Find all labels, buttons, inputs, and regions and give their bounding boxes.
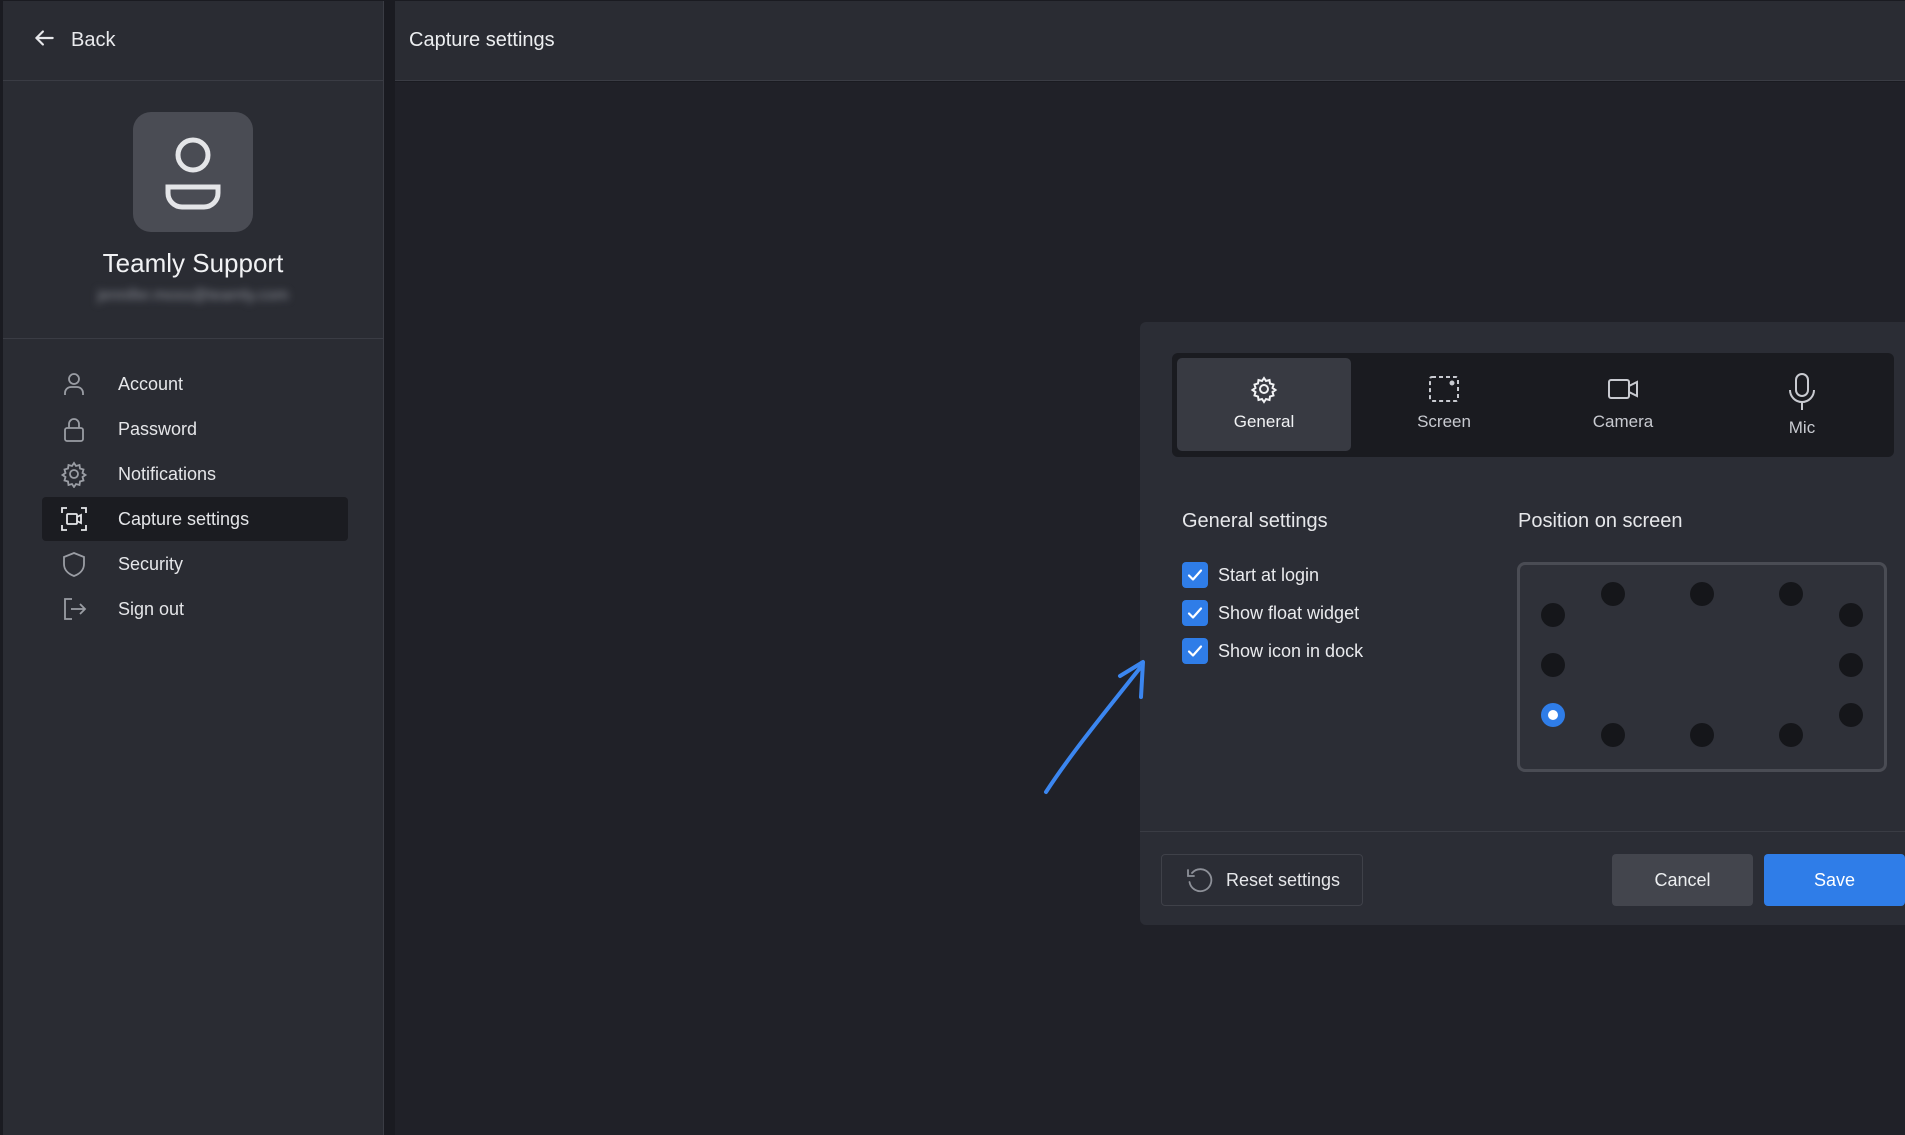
position-right-top[interactable] xyxy=(1839,603,1863,627)
sidebar-item-sign-out[interactable]: Sign out xyxy=(42,587,348,631)
sidebar-item-capture-settings[interactable]: Capture settings xyxy=(42,497,348,541)
gear-icon xyxy=(1247,372,1281,406)
main-content: General Screen Camera Mic General settin… xyxy=(395,82,1905,1135)
dialog-footer-divider xyxy=(1140,831,1905,832)
capture-icon xyxy=(60,505,88,533)
profile-card: Teamly Support jennifer.moss@teamly.com xyxy=(3,81,383,339)
sidebar-item-label: Capture settings xyxy=(118,508,250,529)
profile-email: jennifer.moss@teamly.com xyxy=(97,287,289,304)
settings-nav: Account Password Notifications Capture s… xyxy=(3,339,383,631)
shield-icon xyxy=(60,550,88,578)
position-top-center[interactable] xyxy=(1690,582,1714,606)
sidebar: Back Teamly Support jennifer.moss@teamly… xyxy=(3,1,384,1135)
sidebar-item-label: Security xyxy=(118,553,184,574)
tab-label: General xyxy=(1233,412,1295,431)
position-bottom-right[interactable] xyxy=(1779,723,1803,747)
screen-select-icon xyxy=(1427,372,1461,406)
reset-icon xyxy=(1187,868,1213,893)
general-settings-title: General settings xyxy=(1182,510,1328,532)
capture-settings-dialog: General Screen Camera Mic General settin… xyxy=(1140,322,1905,925)
cancel-button[interactable]: Cancel xyxy=(1612,854,1753,906)
show-icon-in-dock-checkbox[interactable]: Show icon in dock xyxy=(1182,638,1363,664)
tab-camera[interactable]: Camera xyxy=(1536,358,1710,451)
checkmark-icon xyxy=(1187,645,1203,657)
checkbox-label: Show icon in dock xyxy=(1218,640,1364,661)
camera-icon xyxy=(1606,372,1640,406)
checkmark-icon xyxy=(1187,569,1203,581)
sidebar-item-security[interactable]: Security xyxy=(42,542,348,586)
position-right-middle[interactable] xyxy=(1839,653,1863,677)
position-picker xyxy=(1517,562,1887,772)
start-at-login-checkbox[interactable]: Start at login xyxy=(1182,562,1319,588)
tab-mic[interactable]: Mic xyxy=(1715,358,1889,451)
back-label: Back xyxy=(71,29,116,51)
position-left-middle[interactable] xyxy=(1541,653,1565,677)
checkbox[interactable] xyxy=(1182,562,1208,588)
arrow-left-icon xyxy=(31,25,57,56)
tab-general[interactable]: General xyxy=(1177,358,1351,451)
avatar xyxy=(133,112,253,232)
checkbox-label: Show float widget xyxy=(1218,602,1360,623)
sidebar-item-label: Password xyxy=(118,418,198,439)
checkbox-label: Start at login xyxy=(1218,564,1320,585)
sidebar-item-label: Sign out xyxy=(118,598,185,619)
page-title: Capture settings xyxy=(409,29,555,51)
checkbox[interactable] xyxy=(1182,638,1208,664)
checkmark-icon xyxy=(1187,607,1203,619)
user-avatar-icon xyxy=(165,137,221,210)
position-top-left[interactable] xyxy=(1601,582,1625,606)
reset-settings-label: Reset settings xyxy=(1225,869,1341,890)
sidebar-item-label: Account xyxy=(118,373,184,394)
sidebar-item-notifications[interactable]: Notifications xyxy=(42,452,348,496)
back-button[interactable]: Back xyxy=(3,1,383,81)
tab-label: Mic xyxy=(1788,418,1816,437)
tab-label: Camera xyxy=(1592,412,1654,431)
position-right-bottom[interactable] xyxy=(1839,703,1863,727)
sidebar-item-label: Notifications xyxy=(118,463,217,484)
user-icon xyxy=(60,370,88,398)
tab-screen[interactable]: Screen xyxy=(1357,358,1531,451)
gear-icon xyxy=(60,460,88,488)
reset-settings-button[interactable]: Reset settings xyxy=(1161,854,1363,906)
position-top-right[interactable] xyxy=(1779,582,1803,606)
main-header: Capture settings xyxy=(395,1,1905,81)
lock-icon xyxy=(60,415,88,443)
sign-out-icon xyxy=(60,595,88,623)
tab-label: Screen xyxy=(1417,412,1471,431)
save-button[interactable]: Save xyxy=(1764,854,1905,906)
settings-tabs: General Screen Camera Mic xyxy=(1172,353,1894,457)
profile-name: Teamly Support xyxy=(102,248,284,278)
sidebar-item-password[interactable]: Password xyxy=(42,407,348,451)
sidebar-item-account[interactable]: Account xyxy=(42,362,348,406)
position-on-screen-title: Position on screen xyxy=(1518,510,1683,532)
position-left-bottom[interactable] xyxy=(1541,703,1565,727)
show-float-widget-checkbox[interactable]: Show float widget xyxy=(1182,600,1359,626)
position-left-top[interactable] xyxy=(1541,603,1565,627)
position-bottom-left[interactable] xyxy=(1601,723,1625,747)
checkbox[interactable] xyxy=(1182,600,1208,626)
microphone-icon xyxy=(1785,372,1819,412)
position-bottom-center[interactable] xyxy=(1690,723,1714,747)
